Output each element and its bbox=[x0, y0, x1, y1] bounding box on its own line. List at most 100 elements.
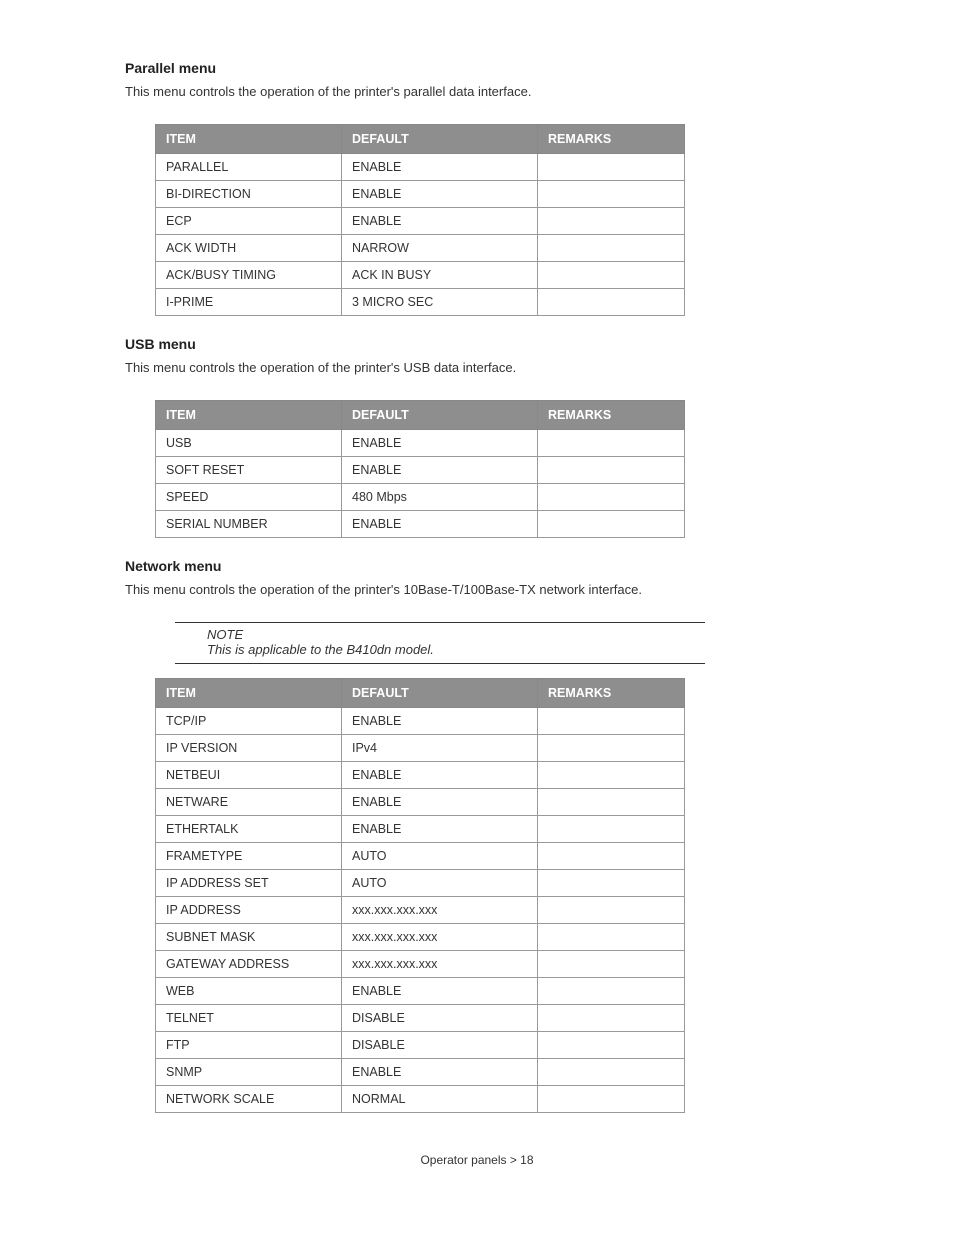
cell-default: ENABLE bbox=[342, 154, 538, 181]
table-row: SERIAL NUMBERENABLE bbox=[156, 511, 685, 538]
cell-item: WEB bbox=[156, 978, 342, 1005]
cell-default: 480 Mbps bbox=[342, 484, 538, 511]
usb-tbody: USBENABLESOFT RESETENABLESPEED480 MbpsSE… bbox=[156, 430, 685, 538]
cell-default: DISABLE bbox=[342, 1005, 538, 1032]
cell-remarks bbox=[538, 735, 685, 762]
table-row: IP ADDRESS SETAUTO bbox=[156, 870, 685, 897]
cell-item: IP VERSION bbox=[156, 735, 342, 762]
parallel-section: Parallel menu This menu controls the ope… bbox=[125, 60, 884, 99]
cell-remarks bbox=[538, 1059, 685, 1086]
cell-remarks bbox=[538, 457, 685, 484]
cell-item: SUBNET MASK bbox=[156, 924, 342, 951]
cell-remarks bbox=[538, 289, 685, 316]
cell-item: SERIAL NUMBER bbox=[156, 511, 342, 538]
cell-item: NETWORK SCALE bbox=[156, 1086, 342, 1113]
header-item: ITEM bbox=[156, 401, 342, 430]
cell-default: ENABLE bbox=[342, 430, 538, 457]
cell-default: NORMAL bbox=[342, 1086, 538, 1113]
cell-default: ENABLE bbox=[342, 708, 538, 735]
cell-remarks bbox=[538, 1005, 685, 1032]
cell-default: xxx.xxx.xxx.xxx bbox=[342, 951, 538, 978]
cell-default: ENABLE bbox=[342, 816, 538, 843]
note-text: This is applicable to the B410dn model. bbox=[207, 642, 705, 657]
cell-remarks bbox=[538, 762, 685, 789]
table-header-row: ITEM DEFAULT REMARKS bbox=[156, 125, 685, 154]
table-row: NETBEUIENABLE bbox=[156, 762, 685, 789]
cell-remarks bbox=[538, 951, 685, 978]
table-row: WEBENABLE bbox=[156, 978, 685, 1005]
cell-remarks bbox=[538, 843, 685, 870]
table-row: IP ADDRESSxxx.xxx.xxx.xxx bbox=[156, 897, 685, 924]
network-table-wrap: ITEM DEFAULT REMARKS TCP/IPENABLEIP VERS… bbox=[155, 678, 884, 1113]
table-header-row: ITEM DEFAULT REMARKS bbox=[156, 401, 685, 430]
table-row: USBENABLE bbox=[156, 430, 685, 457]
parallel-table: ITEM DEFAULT REMARKS PARALLELENABLEBI-DI… bbox=[155, 124, 685, 316]
cell-default: AUTO bbox=[342, 870, 538, 897]
header-default: DEFAULT bbox=[342, 125, 538, 154]
cell-item: TELNET bbox=[156, 1005, 342, 1032]
cell-default: IPv4 bbox=[342, 735, 538, 762]
table-row: ETHERTALKENABLE bbox=[156, 816, 685, 843]
parallel-desc: This menu controls the operation of the … bbox=[125, 84, 884, 99]
usb-section: USB menu This menu controls the operatio… bbox=[125, 336, 884, 375]
cell-remarks bbox=[538, 154, 685, 181]
header-default: DEFAULT bbox=[342, 679, 538, 708]
cell-item: I-PRIME bbox=[156, 289, 342, 316]
table-row: FRAMETYPEAUTO bbox=[156, 843, 685, 870]
note-label: NOTE bbox=[207, 627, 705, 642]
network-note: NOTE This is applicable to the B410dn mo… bbox=[175, 622, 705, 664]
cell-item: ACK WIDTH bbox=[156, 235, 342, 262]
header-item: ITEM bbox=[156, 125, 342, 154]
cell-item: SNMP bbox=[156, 1059, 342, 1086]
cell-item: NETBEUI bbox=[156, 762, 342, 789]
cell-default: ENABLE bbox=[342, 181, 538, 208]
cell-remarks bbox=[538, 181, 685, 208]
cell-default: xxx.xxx.xxx.xxx bbox=[342, 897, 538, 924]
table-row: ACK WIDTHNARROW bbox=[156, 235, 685, 262]
table-row: I-PRIME3 MICRO SEC bbox=[156, 289, 685, 316]
page-footer: Operator panels > 18 bbox=[70, 1153, 884, 1167]
cell-default: ENABLE bbox=[342, 978, 538, 1005]
cell-item: SOFT RESET bbox=[156, 457, 342, 484]
usb-table-wrap: ITEM DEFAULT REMARKS USBENABLESOFT RESET… bbox=[155, 400, 884, 538]
table-row: TELNETDISABLE bbox=[156, 1005, 685, 1032]
header-remarks: REMARKS bbox=[538, 679, 685, 708]
cell-default: ENABLE bbox=[342, 457, 538, 484]
table-row: PARALLELENABLE bbox=[156, 154, 685, 181]
cell-item: GATEWAY ADDRESS bbox=[156, 951, 342, 978]
network-desc: This menu controls the operation of the … bbox=[125, 582, 884, 597]
cell-default: AUTO bbox=[342, 843, 538, 870]
cell-default: xxx.xxx.xxx.xxx bbox=[342, 924, 538, 951]
table-row: TCP/IPENABLE bbox=[156, 708, 685, 735]
cell-remarks bbox=[538, 235, 685, 262]
table-row: BI-DIRECTIONENABLE bbox=[156, 181, 685, 208]
network-table: ITEM DEFAULT REMARKS TCP/IPENABLEIP VERS… bbox=[155, 678, 685, 1113]
table-row: SUBNET MASKxxx.xxx.xxx.xxx bbox=[156, 924, 685, 951]
header-remarks: REMARKS bbox=[538, 401, 685, 430]
table-row: SPEED480 Mbps bbox=[156, 484, 685, 511]
usb-table: ITEM DEFAULT REMARKS USBENABLESOFT RESET… bbox=[155, 400, 685, 538]
parallel-heading: Parallel menu bbox=[125, 60, 884, 76]
table-row: SOFT RESETENABLE bbox=[156, 457, 685, 484]
cell-default: ENABLE bbox=[342, 511, 538, 538]
usb-heading: USB menu bbox=[125, 336, 884, 352]
cell-item: NETWARE bbox=[156, 789, 342, 816]
cell-default: NARROW bbox=[342, 235, 538, 262]
table-row: IP VERSIONIPv4 bbox=[156, 735, 685, 762]
cell-item: IP ADDRESS bbox=[156, 897, 342, 924]
parallel-table-wrap: ITEM DEFAULT REMARKS PARALLELENABLEBI-DI… bbox=[155, 124, 884, 316]
cell-default: DISABLE bbox=[342, 1032, 538, 1059]
cell-remarks bbox=[538, 430, 685, 457]
cell-item: FTP bbox=[156, 1032, 342, 1059]
table-row: FTPDISABLE bbox=[156, 1032, 685, 1059]
cell-item: ACK/BUSY TIMING bbox=[156, 262, 342, 289]
cell-remarks bbox=[538, 1086, 685, 1113]
cell-default: 3 MICRO SEC bbox=[342, 289, 538, 316]
network-tbody: TCP/IPENABLEIP VERSIONIPv4NETBEUIENABLEN… bbox=[156, 708, 685, 1113]
cell-default: ENABLE bbox=[342, 1059, 538, 1086]
header-default: DEFAULT bbox=[342, 401, 538, 430]
cell-remarks bbox=[538, 708, 685, 735]
network-heading: Network menu bbox=[125, 558, 884, 574]
cell-remarks bbox=[538, 897, 685, 924]
cell-item: SPEED bbox=[156, 484, 342, 511]
